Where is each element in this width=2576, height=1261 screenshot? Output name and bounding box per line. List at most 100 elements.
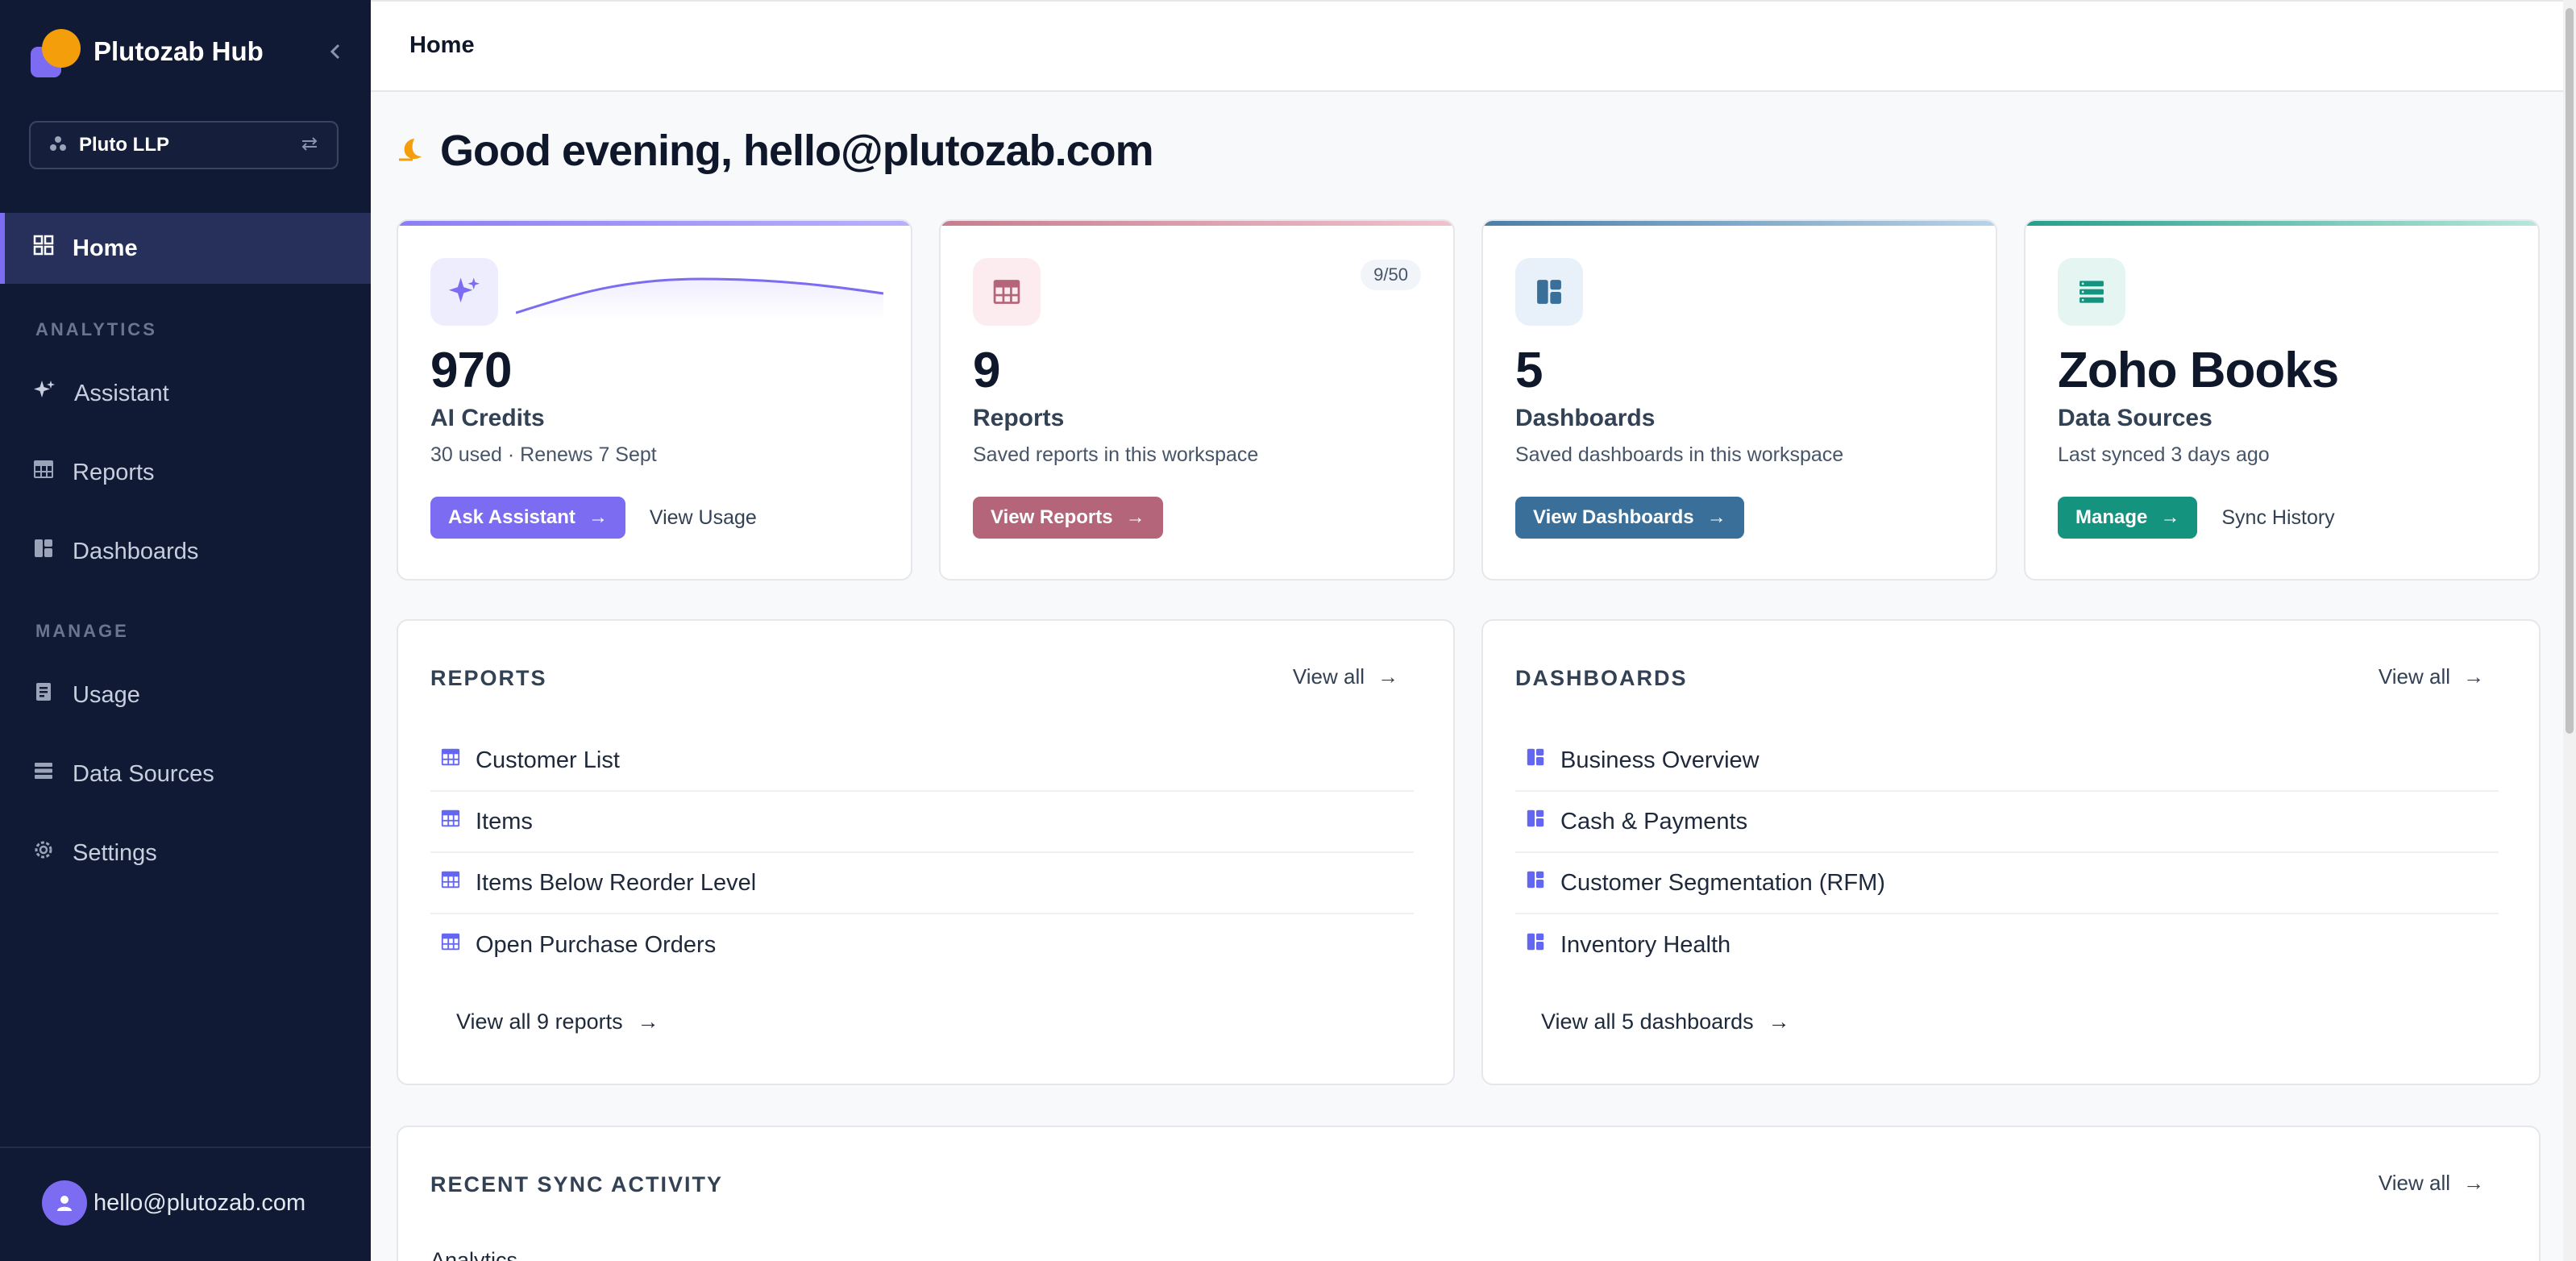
- stat-card-ai-credits: 970 AI Credits 30 used · Renews 7 Sept A…: [397, 219, 912, 581]
- table-icon: [440, 869, 461, 897]
- receipt-icon: [32, 680, 55, 710]
- view-reports-button[interactable]: View Reports →: [973, 497, 1163, 539]
- accent-bar: [941, 221, 1453, 226]
- workspace-name: Pluto LLP: [79, 134, 169, 156]
- sparkle-icon: [32, 378, 56, 409]
- list-item[interactable]: Open Purchase Orders: [430, 914, 1414, 976]
- credits-sub: 30 used · Renews 7 Sept: [430, 443, 657, 466]
- ask-assistant-button[interactable]: Ask Assistant →: [430, 497, 625, 539]
- table-icon: [440, 808, 461, 835]
- dashboard-icon: [32, 537, 55, 566]
- table-icon: [32, 458, 55, 487]
- dashboards-label: Dashboards: [1515, 405, 1656, 431]
- nav-item-reports[interactable]: Reports: [0, 437, 371, 508]
- workspace-switcher[interactable]: Pluto LLP: [29, 121, 339, 169]
- dashboard-icon: [1525, 808, 1546, 835]
- scrollbar[interactable]: [2563, 0, 2576, 1261]
- view-usage-link[interactable]: View Usage: [650, 506, 757, 530]
- arrow-right-icon: →: [2463, 1171, 2484, 1195]
- dashboards-view-all-link[interactable]: View all →: [2379, 664, 2484, 689]
- accent-bar: [398, 221, 911, 226]
- view-all-reports-link[interactable]: View all 9 reports →: [456, 1009, 659, 1034]
- item-label: Inventory Health: [1560, 931, 1731, 958]
- page-title: Home: [409, 32, 475, 58]
- list-item[interactable]: Customer List: [430, 730, 1414, 792]
- workspace-icon: [48, 134, 68, 157]
- item-label: Business Overview: [1560, 747, 1760, 773]
- arrow-right-icon: →: [637, 1009, 659, 1034]
- nav-item-assistant[interactable]: Assistant: [0, 358, 371, 429]
- sync-history-link[interactable]: Sync History: [2221, 506, 2334, 530]
- swap-icon: [300, 135, 319, 156]
- reports-view-all-link[interactable]: View all →: [1293, 664, 1398, 689]
- button-label: View Reports: [991, 506, 1113, 528]
- item-label: Open Purchase Orders: [476, 931, 717, 958]
- item-label: Items Below Reorder Level: [476, 869, 757, 896]
- list-item[interactable]: Customer Segmentation (RFM): [1515, 853, 2499, 914]
- recent-sync-panel: RECENT SYNC ACTIVITY View all → Analytic…: [397, 1126, 2541, 1261]
- collapse-sidebar-icon[interactable]: [324, 40, 347, 63]
- arrow-right-icon: →: [1768, 1009, 1790, 1034]
- nav-item-dashboards[interactable]: Dashboards: [0, 516, 371, 587]
- brand[interactable]: Plutozab Hub: [29, 26, 343, 77]
- list-item[interactable]: Items: [430, 792, 1414, 853]
- nav-label: Settings: [73, 839, 157, 866]
- reports-value: 9: [973, 343, 1000, 398]
- nav-item-settings[interactable]: Settings: [0, 818, 371, 889]
- sync-view-all-link[interactable]: View all →: [2379, 1171, 2484, 1196]
- item-label: Cash & Payments: [1560, 808, 1748, 834]
- data-source-label: Data Sources: [2058, 405, 2212, 431]
- button-label: View Dashboards: [1533, 506, 1694, 528]
- nav-label: Home: [73, 235, 138, 261]
- moon-icon: [397, 135, 426, 168]
- reports-quota-badge: 9/50: [1361, 260, 1421, 290]
- reports-list: Customer List Items Items Below Reorder …: [430, 730, 1414, 976]
- list-item[interactable]: Items Below Reorder Level: [430, 853, 1414, 914]
- credits-label: AI Credits: [430, 405, 545, 431]
- button-label: Manage: [2075, 506, 2148, 528]
- table-icon: [440, 747, 461, 774]
- nav-item-home[interactable]: Home: [0, 213, 371, 284]
- nav-label: Dashboards: [73, 538, 199, 564]
- arrow-right-icon: →: [2160, 506, 2180, 528]
- link-label: View all 5 dashboards: [1541, 1009, 1754, 1034]
- dashboard-icon: [1515, 258, 1583, 326]
- manage-button[interactable]: Manage →: [2058, 497, 2198, 539]
- greeting: Good evening, hello@plutozab.com: [397, 126, 1154, 176]
- arrow-right-icon: →: [1377, 664, 1398, 689]
- arrow-right-icon: →: [1125, 506, 1145, 528]
- data-source-value: Zoho Books: [2058, 343, 2339, 398]
- brand-logo: [29, 26, 81, 77]
- dashboard-icon: [1525, 931, 1546, 959]
- view-all-dashboards-link[interactable]: View all 5 dashboards →: [1541, 1009, 1790, 1034]
- user-menu[interactable]: hello@plutozab.com: [42, 1180, 305, 1226]
- nav-label: Usage: [73, 681, 140, 708]
- nav-section-manage: MANAGE: [35, 621, 129, 641]
- table-icon: [440, 931, 461, 959]
- dashboards-value: 5: [1515, 343, 1543, 398]
- nav-item-usage[interactable]: Usage: [0, 660, 371, 730]
- list-icon: [32, 760, 55, 789]
- sync-row-label: Analytics: [430, 1248, 518, 1261]
- dashboard-icon: [1525, 747, 1546, 774]
- grid-icon: [32, 234, 55, 263]
- gear-icon: [32, 839, 55, 868]
- greeting-text: Good evening, hello@plutozab.com: [440, 127, 1154, 175]
- list-item[interactable]: Inventory Health: [1515, 914, 2499, 976]
- dashboards-list: Business Overview Cash & Payments Custom…: [1515, 730, 2499, 976]
- link-label: View all 9 reports: [456, 1009, 623, 1034]
- arrow-right-icon: →: [2463, 664, 2484, 689]
- nav-section-analytics: ANALYTICS: [35, 319, 157, 339]
- nav-item-data-sources[interactable]: Data Sources: [0, 739, 371, 809]
- usage-sparkline: [516, 277, 884, 319]
- reports-label: Reports: [973, 405, 1065, 431]
- item-label: Items: [476, 808, 533, 834]
- view-dashboards-button[interactable]: View Dashboards →: [1515, 497, 1744, 539]
- user-email: hello@plutozab.com: [93, 1189, 306, 1216]
- dashboards-panel: DASHBOARDS View all → Business Overview …: [1481, 619, 2541, 1085]
- arrow-right-icon: →: [1706, 506, 1726, 528]
- list-item[interactable]: Cash & Payments: [1515, 792, 2499, 853]
- nav-label: Data Sources: [73, 760, 214, 787]
- list-icon: [2058, 258, 2125, 326]
- list-item[interactable]: Business Overview: [1515, 730, 2499, 792]
